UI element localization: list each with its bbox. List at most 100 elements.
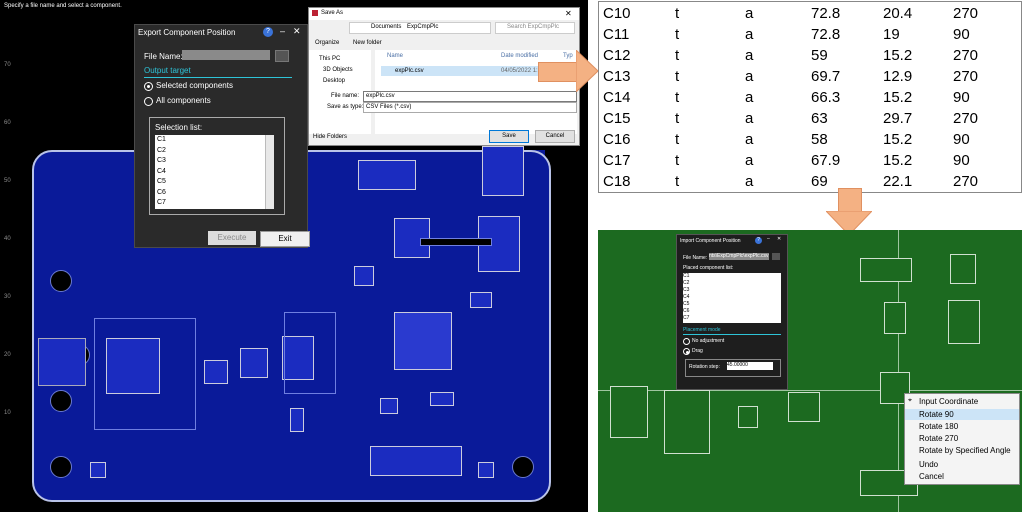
close-icon[interactable]: ✕ — [565, 9, 572, 18]
divider — [144, 77, 292, 78]
organize-menu[interactable]: Organize — [315, 40, 339, 46]
placed-list[interactable]: C1 C2 C3 C4 C5 C6 C7 — [683, 273, 781, 323]
divider — [683, 334, 781, 335]
radio-selected-label: Selected components — [156, 81, 233, 90]
list-item[interactable]: C1 — [683, 273, 781, 280]
smd-component[interactable] — [290, 408, 304, 432]
list-item[interactable]: C1 — [155, 135, 265, 146]
table-cell: 19 — [883, 26, 900, 43]
column-header[interactable]: Typ — [563, 53, 573, 59]
column-header[interactable]: Name — [387, 53, 403, 59]
list-item[interactable]: C7 — [155, 198, 265, 209]
file-name-input[interactable]: nts\ExpCmpPlc\expPlc.csv — [709, 253, 769, 260]
list-item[interactable]: C6 — [683, 308, 781, 315]
y-tick: 60 — [4, 120, 11, 126]
list-item[interactable]: C2 — [683, 280, 781, 287]
table-cell: 63 — [811, 110, 828, 127]
selection-list-label: Selection list: — [155, 123, 203, 132]
ic-component[interactable] — [884, 302, 906, 334]
path-segment[interactable]: Documents — [371, 24, 401, 30]
rotation-step-label: Rotation step: — [689, 364, 720, 370]
ic-component[interactable] — [204, 360, 228, 384]
radio-no-adjustment[interactable] — [683, 338, 690, 345]
list-item[interactable]: C3 — [683, 287, 781, 294]
terminal-connector[interactable] — [860, 258, 912, 282]
table-cell: 22.1 — [883, 173, 913, 190]
minimize-icon[interactable]: – — [767, 236, 770, 242]
smd-component[interactable] — [470, 292, 492, 308]
smd-component[interactable] — [90, 462, 106, 478]
list-item[interactable]: C5 — [155, 177, 265, 188]
new-folder-button[interactable]: New folder — [353, 40, 382, 46]
table-cell: a — [745, 5, 754, 22]
button-component[interactable] — [950, 254, 976, 284]
minimize-icon[interactable]: – — [280, 26, 285, 36]
menu-item-input-coordinate[interactable]: Input Coordinate — [919, 396, 978, 407]
table-cell: a — [745, 26, 754, 43]
table-cell: a — [745, 68, 754, 85]
execute-button[interactable]: Execute — [208, 231, 256, 245]
menu-item-rotate-specified[interactable]: Rotate by Specified Angle — [919, 445, 1011, 456]
ic-component[interactable] — [788, 392, 820, 422]
nav-item[interactable]: This PC — [319, 56, 340, 62]
table-row: C13 t a 69.7 12.9 270 — [603, 66, 1013, 87]
column-header[interactable]: Date modified — [501, 53, 538, 59]
terminal-connector-top[interactable] — [358, 160, 416, 190]
usb-connector[interactable] — [610, 386, 648, 438]
file-name-input[interactable] — [363, 91, 577, 102]
browse-button[interactable] — [772, 253, 780, 260]
smd-component[interactable] — [478, 462, 494, 478]
selection-list[interactable]: C1 C2 C3 C4 C5 C6 C7 — [155, 135, 265, 209]
rotation-step-input[interactable]: 45.00000 — [727, 362, 773, 370]
table-row: C14 t a 66.3 15.2 90 — [603, 87, 1013, 108]
table-cell: 15.2 — [883, 131, 913, 148]
terminal-connector[interactable] — [370, 446, 462, 476]
list-item[interactable]: C4 — [155, 167, 265, 178]
menu-item-rotate-270[interactable]: Rotate 270 — [919, 433, 958, 444]
help-icon[interactable]: ? — [755, 237, 762, 244]
button-component[interactable] — [482, 146, 524, 196]
hide-folders-toggle[interactable]: Hide Folders — [313, 134, 347, 140]
browse-button[interactable] — [275, 50, 289, 62]
ic-component[interactable] — [240, 348, 268, 378]
list-item[interactable]: C4 — [683, 294, 781, 301]
list-item[interactable]: C6 — [155, 188, 265, 199]
usb-connector[interactable] — [38, 338, 86, 386]
ic-component[interactable] — [948, 300, 980, 344]
menu-item-cancel[interactable]: Cancel — [919, 471, 944, 482]
smd-component[interactable] — [380, 398, 398, 414]
radio-drag[interactable] — [683, 348, 690, 355]
nav-item[interactable]: 3D Objects — [323, 67, 353, 73]
placed-list-label: Placed component list: — [683, 265, 734, 271]
list-item[interactable]: C5 — [683, 301, 781, 308]
cancel-button[interactable]: Cancel — [535, 130, 575, 143]
list-item[interactable]: C2 — [155, 146, 265, 157]
header-connector[interactable] — [664, 390, 710, 454]
radio-selected-components[interactable] — [144, 82, 153, 91]
exit-button[interactable]: Exit — [260, 231, 310, 247]
table-cell: t — [675, 26, 680, 43]
file-name-input[interactable] — [182, 50, 270, 60]
table-cell: 90 — [953, 131, 970, 148]
export-dialog-title: Export Component Position — [138, 28, 236, 37]
save-button[interactable]: Save — [489, 130, 529, 143]
path-segment[interactable]: ExpCmpPlc — [407, 24, 438, 30]
list-item[interactable]: C7 — [683, 315, 781, 322]
placement-mode-label: Placement mode — [683, 327, 721, 333]
list-scrollbar[interactable] — [265, 135, 274, 209]
menu-item-undo[interactable]: Undo — [919, 459, 938, 470]
mcu-chip[interactable] — [394, 312, 452, 370]
table-cell: 90 — [953, 26, 970, 43]
nav-item[interactable]: Desktop — [323, 78, 345, 84]
smd-component[interactable] — [354, 266, 374, 286]
ic-component[interactable] — [738, 406, 758, 428]
radio-all-components[interactable] — [144, 97, 153, 106]
list-item[interactable]: C3 — [155, 156, 265, 167]
smd-component[interactable] — [430, 392, 454, 406]
close-icon[interactable]: ✕ — [777, 236, 781, 242]
table-cell: 90 — [953, 89, 970, 106]
menu-item-rotate-90[interactable]: Rotate 90 — [919, 409, 954, 420]
close-icon[interactable]: ✕ — [293, 26, 301, 37]
help-icon[interactable]: ? — [263, 27, 273, 37]
menu-item-rotate-180[interactable]: Rotate 180 — [919, 421, 958, 432]
